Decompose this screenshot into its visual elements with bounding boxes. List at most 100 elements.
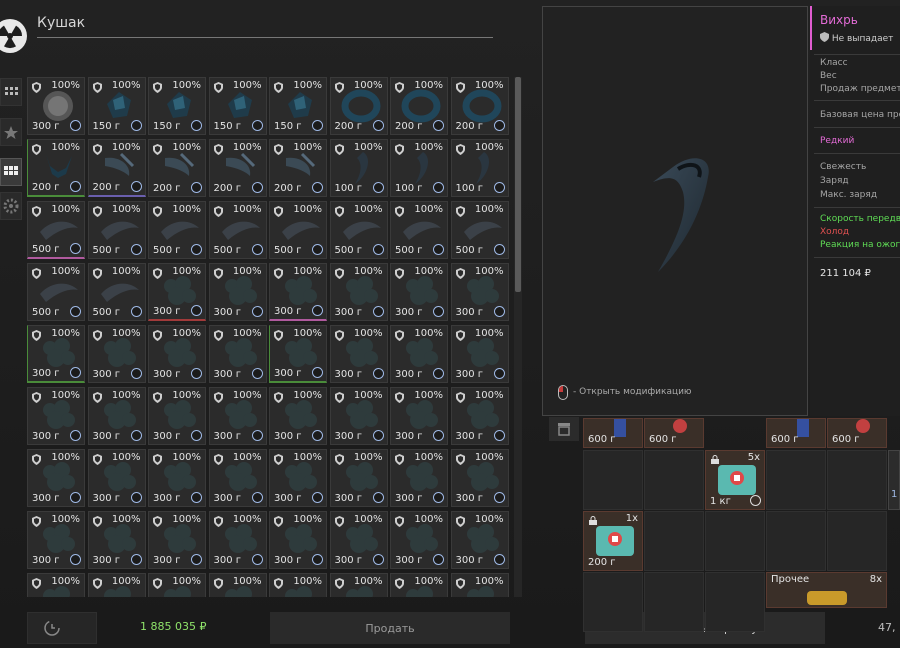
- artifact-cell[interactable]: 100% 200 г: [27, 139, 85, 197]
- artifact-cell[interactable]: 100% 200 г: [148, 139, 206, 197]
- artifact-cell[interactable]: 100% 300 г: [269, 511, 327, 569]
- artifact-cell[interactable]: 100% 100 г: [329, 139, 388, 197]
- inventory-slot[interactable]: [644, 572, 704, 632]
- artifact-cell[interactable]: 100% 300 г: [269, 387, 327, 445]
- inventory-item-medal[interactable]: 600 г: [827, 418, 887, 448]
- inventory-item-misc[interactable]: Прочее 8x: [766, 572, 887, 608]
- artifact-cell[interactable]: 100% 300 г: [27, 77, 85, 135]
- artifact-cell[interactable]: 100% 300 г: [450, 387, 509, 445]
- inventory-item-flask[interactable]: 600 г: [583, 418, 643, 448]
- inventory-item-flask[interactable]: 600 г: [766, 418, 826, 448]
- artifact-cell[interactable]: 100% 300 г: [208, 449, 267, 507]
- artifact-cell[interactable]: 100%: [27, 573, 85, 597]
- artifact-cell[interactable]: 100%: [208, 573, 267, 597]
- tab-cog[interactable]: [0, 192, 22, 220]
- artifact-cell[interactable]: 100% 300 г: [208, 387, 267, 445]
- artifact-cell[interactable]: 100% 300 г: [208, 511, 267, 569]
- artifact-cell[interactable]: 100% 300 г: [27, 387, 85, 445]
- artifact-cell[interactable]: 100%: [148, 573, 206, 597]
- artifact-cell[interactable]: 100% 150 г: [87, 77, 146, 135]
- artifact-cell[interactable]: 100% 300 г: [148, 325, 206, 383]
- artifact-cell[interactable]: 100% 300 г: [87, 325, 146, 383]
- sell-button[interactable]: Продать: [270, 612, 510, 644]
- artifact-cell[interactable]: 100% 300 г: [269, 449, 327, 507]
- artifact-cell[interactable]: 100% 300 г: [148, 263, 206, 321]
- artifact-cell[interactable]: 100% 300 г: [390, 387, 448, 445]
- artifact-cell[interactable]: 100% 300 г: [27, 325, 85, 383]
- inventory-slot[interactable]: [827, 450, 887, 510]
- artifact-cell[interactable]: 100% 300 г: [148, 449, 206, 507]
- inventory-slot[interactable]: [644, 450, 704, 510]
- refresh-button[interactable]: [27, 612, 97, 644]
- artifact-cell[interactable]: 100% 300 г: [390, 511, 448, 569]
- inventory-slot[interactable]: [766, 511, 826, 571]
- artifact-cell[interactable]: 100% 300 г: [208, 263, 267, 321]
- artifact-cell[interactable]: 100% 300 г: [148, 511, 206, 569]
- artifact-cell[interactable]: 100% 300 г: [450, 449, 509, 507]
- artifact-cell[interactable]: 100% 300 г: [329, 263, 388, 321]
- inventory-item-medal[interactable]: 600 г: [644, 418, 704, 448]
- artifact-cell[interactable]: 100% 300 г: [148, 387, 206, 445]
- tab-grid-large[interactable]: [0, 158, 22, 186]
- artifact-cell[interactable]: 100% 300 г: [87, 387, 146, 445]
- inventory-slot[interactable]: [766, 450, 826, 510]
- artifact-cell[interactable]: 100% 100 г: [390, 139, 448, 197]
- artifact-cell[interactable]: 100%: [87, 573, 146, 597]
- artifact-cell[interactable]: 100% 150 г: [269, 77, 327, 135]
- artifact-cell[interactable]: 100% 150 г: [208, 77, 267, 135]
- artifact-cell[interactable]: 100% 300 г: [208, 325, 267, 383]
- tab-grid-small[interactable]: [0, 78, 22, 106]
- artifact-cell[interactable]: 100% 200 г: [329, 77, 388, 135]
- artifact-cell[interactable]: 100% 300 г: [329, 511, 388, 569]
- artifact-cell[interactable]: 100% 300 г: [269, 263, 327, 321]
- artifact-cell[interactable]: 100% 200 г: [87, 139, 146, 197]
- artifact-cell[interactable]: 100%: [390, 573, 448, 597]
- artifact-cell[interactable]: 100% 500 г: [27, 201, 85, 259]
- artifact-cell[interactable]: 100% 300 г: [27, 449, 85, 507]
- artifact-cell[interactable]: 100% 200 г: [269, 139, 327, 197]
- artifact-cell[interactable]: 100% 300 г: [450, 511, 509, 569]
- artifact-cell[interactable]: 100%: [329, 573, 388, 597]
- inventory-slot[interactable]: [583, 450, 643, 510]
- artifact-cell[interactable]: 100% 500 г: [87, 201, 146, 259]
- artifact-cell[interactable]: 100% 300 г: [329, 449, 388, 507]
- tab-star[interactable]: [0, 118, 22, 146]
- artifact-cell[interactable]: 100% 300 г: [450, 263, 509, 321]
- artifact-cell[interactable]: 100% 300 г: [87, 511, 146, 569]
- artifact-cell[interactable]: 100% 300 г: [390, 449, 448, 507]
- artifact-cell[interactable]: 100% 300 г: [390, 325, 448, 383]
- inventory-item-medkit[interactable]: 5x 1 кг: [705, 450, 765, 510]
- scrollbar-thumb[interactable]: [515, 77, 521, 292]
- artifact-cell[interactable]: 100%: [269, 573, 327, 597]
- artifact-cell[interactable]: 100% 500 г: [27, 263, 85, 321]
- artifact-cell[interactable]: 100% 500 г: [208, 201, 267, 259]
- inventory-slot[interactable]: [705, 511, 765, 571]
- artifact-cell[interactable]: 100% 200 г: [450, 77, 509, 135]
- artifact-cell[interactable]: 100% 500 г: [269, 201, 327, 259]
- artifact-cell[interactable]: 100% 500 г: [329, 201, 388, 259]
- artifact-cell[interactable]: 100% 150 г: [148, 77, 206, 135]
- artifact-cell[interactable]: 100% 100 г: [450, 139, 509, 197]
- artifact-cell[interactable]: 100% 500 г: [87, 263, 146, 321]
- inventory-slot[interactable]: [827, 511, 887, 571]
- artifact-cell[interactable]: 100% 500 г: [390, 201, 448, 259]
- artifact-cell[interactable]: 100% 200 г: [208, 139, 267, 197]
- inventory-slot[interactable]: [583, 572, 643, 632]
- artifact-cell[interactable]: 100% 300 г: [329, 387, 388, 445]
- artifact-cell[interactable]: 100% 300 г: [269, 325, 327, 383]
- inventory-slot[interactable]: [705, 572, 765, 632]
- trash-button[interactable]: [549, 417, 579, 441]
- inventory-item-partial[interactable]: 1: [888, 450, 900, 510]
- artifact-cell[interactable]: 100% 500 г: [148, 201, 206, 259]
- artifact-cell[interactable]: 100% 300 г: [27, 511, 85, 569]
- inventory-slot[interactable]: [644, 511, 704, 571]
- artifact-cell[interactable]: 100%: [450, 573, 509, 597]
- artifact-cell[interactable]: 100% 300 г: [87, 449, 146, 507]
- artifact-cell[interactable]: 100% 300 г: [390, 263, 448, 321]
- inventory-item-medkit[interactable]: 1x 200 г: [583, 511, 643, 571]
- artifact-cell[interactable]: 100% 500 г: [450, 201, 509, 259]
- grid-scrollbar[interactable]: [514, 77, 522, 597]
- artifact-cell[interactable]: 100% 200 г: [390, 77, 448, 135]
- artifact-cell[interactable]: 100% 300 г: [329, 325, 388, 383]
- artifact-cell[interactable]: 100% 300 г: [450, 325, 509, 383]
